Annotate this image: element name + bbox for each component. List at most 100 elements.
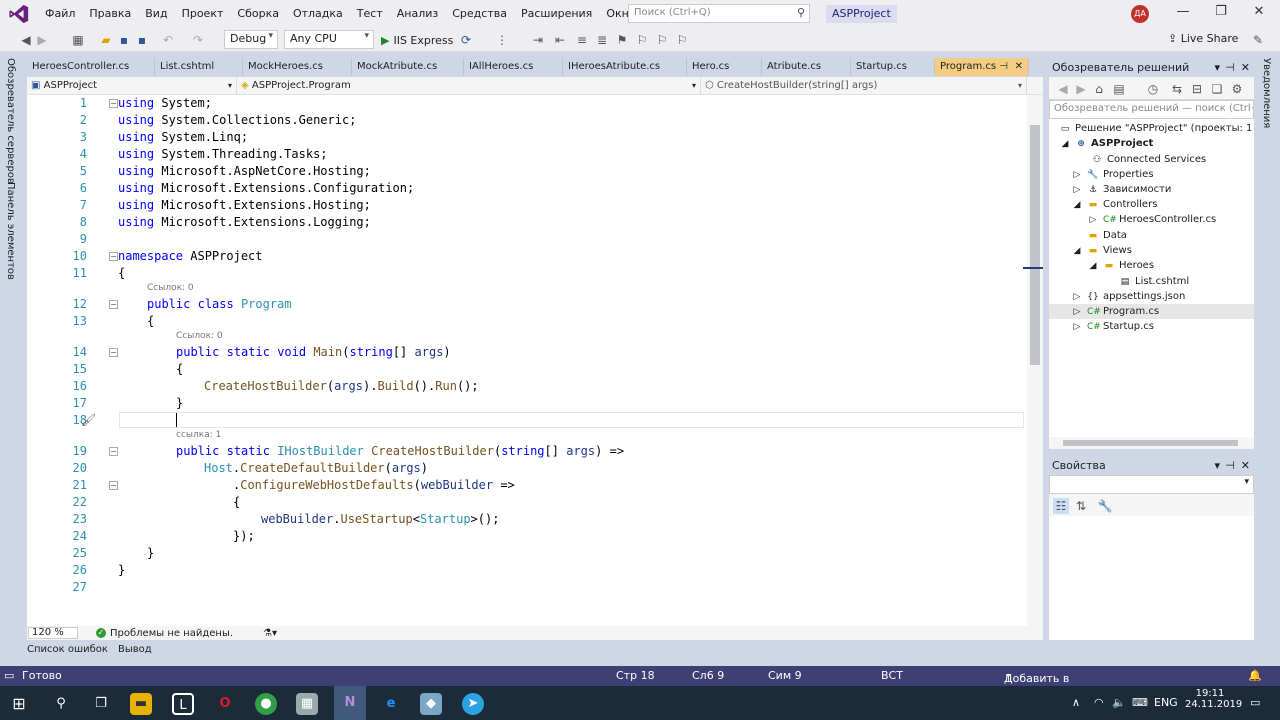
uncomment-icon[interactable]: ≣ xyxy=(594,32,610,48)
forward-icon[interactable]: ▶ xyxy=(34,32,50,48)
pin-icon[interactable]: ⊣ xyxy=(1225,457,1235,475)
bookmark-prev-icon[interactable]: ⚐ xyxy=(634,32,650,48)
minimize-icon[interactable]: — xyxy=(1168,4,1198,19)
categorized-icon[interactable]: ☷ xyxy=(1053,498,1069,514)
platform-select[interactable]: Any CPU ▾ xyxy=(284,30,374,49)
tree-item-controllers[interactable]: ◢ ▬ Controllers xyxy=(1071,197,1158,212)
fold-toggle-icon[interactable]: − xyxy=(109,348,118,357)
tab-iheroes-atribute[interactable]: IHeroesAtribute.cs xyxy=(563,58,687,76)
refresh-icon[interactable]: ⟳ xyxy=(458,32,474,48)
properties-icon[interactable]: ⚙ xyxy=(1229,81,1245,97)
switch-views-icon[interactable]: ▤ xyxy=(1111,81,1127,97)
notifications-tab[interactable]: Уведомления xyxy=(1261,58,1272,128)
action-center-icon[interactable]: ▭ xyxy=(1250,696,1260,709)
back-icon[interactable]: ◀ xyxy=(1055,81,1071,97)
tray-chevron-up-icon[interactable]: ∧ xyxy=(1072,696,1080,709)
server-explorer-tab[interactable]: Обозреватель серверов xyxy=(5,58,16,184)
close-icon[interactable]: ✕ xyxy=(1241,59,1250,77)
volume-icon[interactable]: 🔈 xyxy=(1112,696,1126,709)
undo-icon[interactable]: ↶ xyxy=(160,32,176,48)
tree-item-dependencies[interactable]: ▷ ⚓ Зависимости xyxy=(1071,182,1172,197)
code-cleanup-icon[interactable]: ⚗▾ xyxy=(263,628,277,639)
pin-icon[interactable]: ⊣ xyxy=(999,58,1008,76)
menu-file[interactable]: Файл xyxy=(38,0,82,28)
code-editor[interactable]: 1 2 3 4 5 6 7 8 9 10 11 12 13 14 15 16 1… xyxy=(27,95,1027,626)
wifi-icon[interactable]: ◠ xyxy=(1094,696,1104,709)
properties-object-select[interactable]: ▾ xyxy=(1049,475,1254,494)
tree-item-appsettings[interactable]: ▷ {} appsettings.json xyxy=(1071,289,1186,304)
telegram-icon[interactable]: ➤ xyxy=(462,693,484,715)
tab-startup[interactable]: Startup.cs xyxy=(851,58,935,76)
fold-toggle-icon[interactable]: − xyxy=(109,481,118,490)
windows-start-icon[interactable]: ⊞ xyxy=(8,693,30,715)
file-explorer-icon[interactable]: ▬ xyxy=(130,693,152,715)
save-all-icon[interactable]: ▪ xyxy=(134,32,150,48)
codelens-references[interactable]: ссылка: 1 xyxy=(176,430,221,440)
tab-hero[interactable]: Hero.cs xyxy=(687,58,762,76)
app-icon[interactable]: ▦ xyxy=(296,693,318,715)
edge-icon[interactable]: e xyxy=(380,693,402,715)
search-icon[interactable]: ⚲ xyxy=(50,693,72,715)
tab-program[interactable]: Program.cs ⊣ ✕ xyxy=(935,58,1029,76)
bookmark-clear-icon[interactable]: ⚐ xyxy=(674,32,690,48)
language-indicator[interactable]: ENG xyxy=(1154,696,1178,709)
alphabetical-icon[interactable]: ⇅ xyxy=(1073,498,1089,514)
outdent-icon[interactable]: ⇤ xyxy=(552,32,568,48)
menu-debug[interactable]: Отладка xyxy=(286,0,350,28)
member-dropdown[interactable]: ⬡ CreateHostBuilder(string[] args) ▾ xyxy=(701,77,1027,95)
chrome-icon[interactable]: ● xyxy=(255,693,277,715)
tree-item-solution[interactable]: ▭ Решение "ASPProject" (проекты: 1 из 1) xyxy=(1059,121,1254,136)
codelens-references[interactable]: Ссылок: 0 xyxy=(147,283,194,293)
tab-error-list[interactable]: Список ошибок xyxy=(27,644,108,662)
keyboard-icon[interactable]: ⌨ xyxy=(1132,696,1148,709)
redo-icon[interactable]: ↷ xyxy=(190,32,206,48)
maximize-icon[interactable]: ❐ xyxy=(1206,4,1236,19)
close-icon[interactable]: ✕ xyxy=(1241,457,1250,475)
opera-icon[interactable]: O xyxy=(214,693,236,715)
tab-atribute[interactable]: Atribute.cs xyxy=(762,58,851,76)
problems-indicator[interactable]: ✓ Проблемы не найдены. xyxy=(96,628,233,639)
menu-test[interactable]: Тест xyxy=(350,0,390,28)
fold-toggle-icon[interactable]: − xyxy=(109,447,118,456)
tree-item-properties[interactable]: ▷ 🔧 Properties xyxy=(1071,167,1154,182)
bookmark-icon[interactable]: ⚑ xyxy=(614,32,630,48)
zoom-select[interactable]: 120 % xyxy=(28,627,78,639)
property-pages-icon[interactable]: 🔧 xyxy=(1097,498,1113,514)
tab-output[interactable]: Вывод xyxy=(118,644,152,662)
tree-item-data[interactable]: ▬ Data xyxy=(1087,228,1127,243)
quick-actions-brush-icon[interactable]: 🖌 xyxy=(81,413,96,427)
task-view-icon[interactable]: ❐ xyxy=(90,693,112,715)
collapse-all-icon[interactable]: ⊟ xyxy=(1189,81,1205,97)
class-dropdown[interactable]: ◈ ASPProject.Program ▾ xyxy=(237,77,701,95)
tab-mock-heroes[interactable]: MockHeroes.cs xyxy=(243,58,352,76)
live-share-button[interactable]: ⇪ Live Share xyxy=(1168,32,1238,45)
menu-analyze[interactable]: Анализ xyxy=(390,0,446,28)
solution-search-input[interactable]: Обозреватель решений — поиск (Ctrl+;) xyxy=(1049,100,1254,119)
solution-horizontal-scrollbar[interactable] xyxy=(1049,437,1254,449)
visual-studio-taskbar-icon[interactable]: N xyxy=(334,686,366,720)
avatar[interactable]: ДА xyxy=(1131,5,1149,23)
search-input[interactable]: Поиск (Ctrl+Q) ⚲ xyxy=(628,4,810,23)
panel-menu-icon[interactable]: ▾ xyxy=(1214,457,1220,475)
back-icon[interactable]: ◀ xyxy=(18,32,34,48)
close-tab-icon[interactable]: ✕ xyxy=(1015,58,1023,76)
forward-icon[interactable]: ▶ xyxy=(1073,81,1089,97)
sync-icon[interactable]: ⇆ xyxy=(1169,81,1185,97)
home-icon[interactable]: ⌂ xyxy=(1091,81,1107,97)
open-folder-icon[interactable]: ▰ xyxy=(98,32,114,48)
tab-mock-atribute[interactable]: MockAtribute.cs xyxy=(352,58,464,76)
app-icon[interactable]: L xyxy=(172,693,194,715)
indent-icon[interactable]: ⇥ xyxy=(530,32,546,48)
menu-edit[interactable]: Правка xyxy=(82,0,138,28)
tab-heroes-controller[interactable]: HeroesController.cs xyxy=(27,58,155,76)
tree-item-project[interactable]: ◢ ⊕ ASPProject xyxy=(1059,136,1154,151)
tree-item-heroes-folder[interactable]: ◢ ▬ Heroes xyxy=(1087,258,1155,273)
fold-toggle-icon[interactable]: − xyxy=(109,252,118,261)
toolbox-tab[interactable]: Панель элементов xyxy=(5,182,16,280)
close-icon[interactable]: ✕ xyxy=(1244,4,1274,19)
menu-build[interactable]: Сборка xyxy=(230,0,286,28)
scrollbar-thumb[interactable] xyxy=(1063,440,1238,446)
toolbar-icon-a[interactable]: ⋮ xyxy=(494,32,510,48)
tree-item-connected-services[interactable]: ⚇ Connected Services xyxy=(1091,152,1206,167)
tree-item-views[interactable]: ◢ ▬ Views xyxy=(1071,243,1132,258)
